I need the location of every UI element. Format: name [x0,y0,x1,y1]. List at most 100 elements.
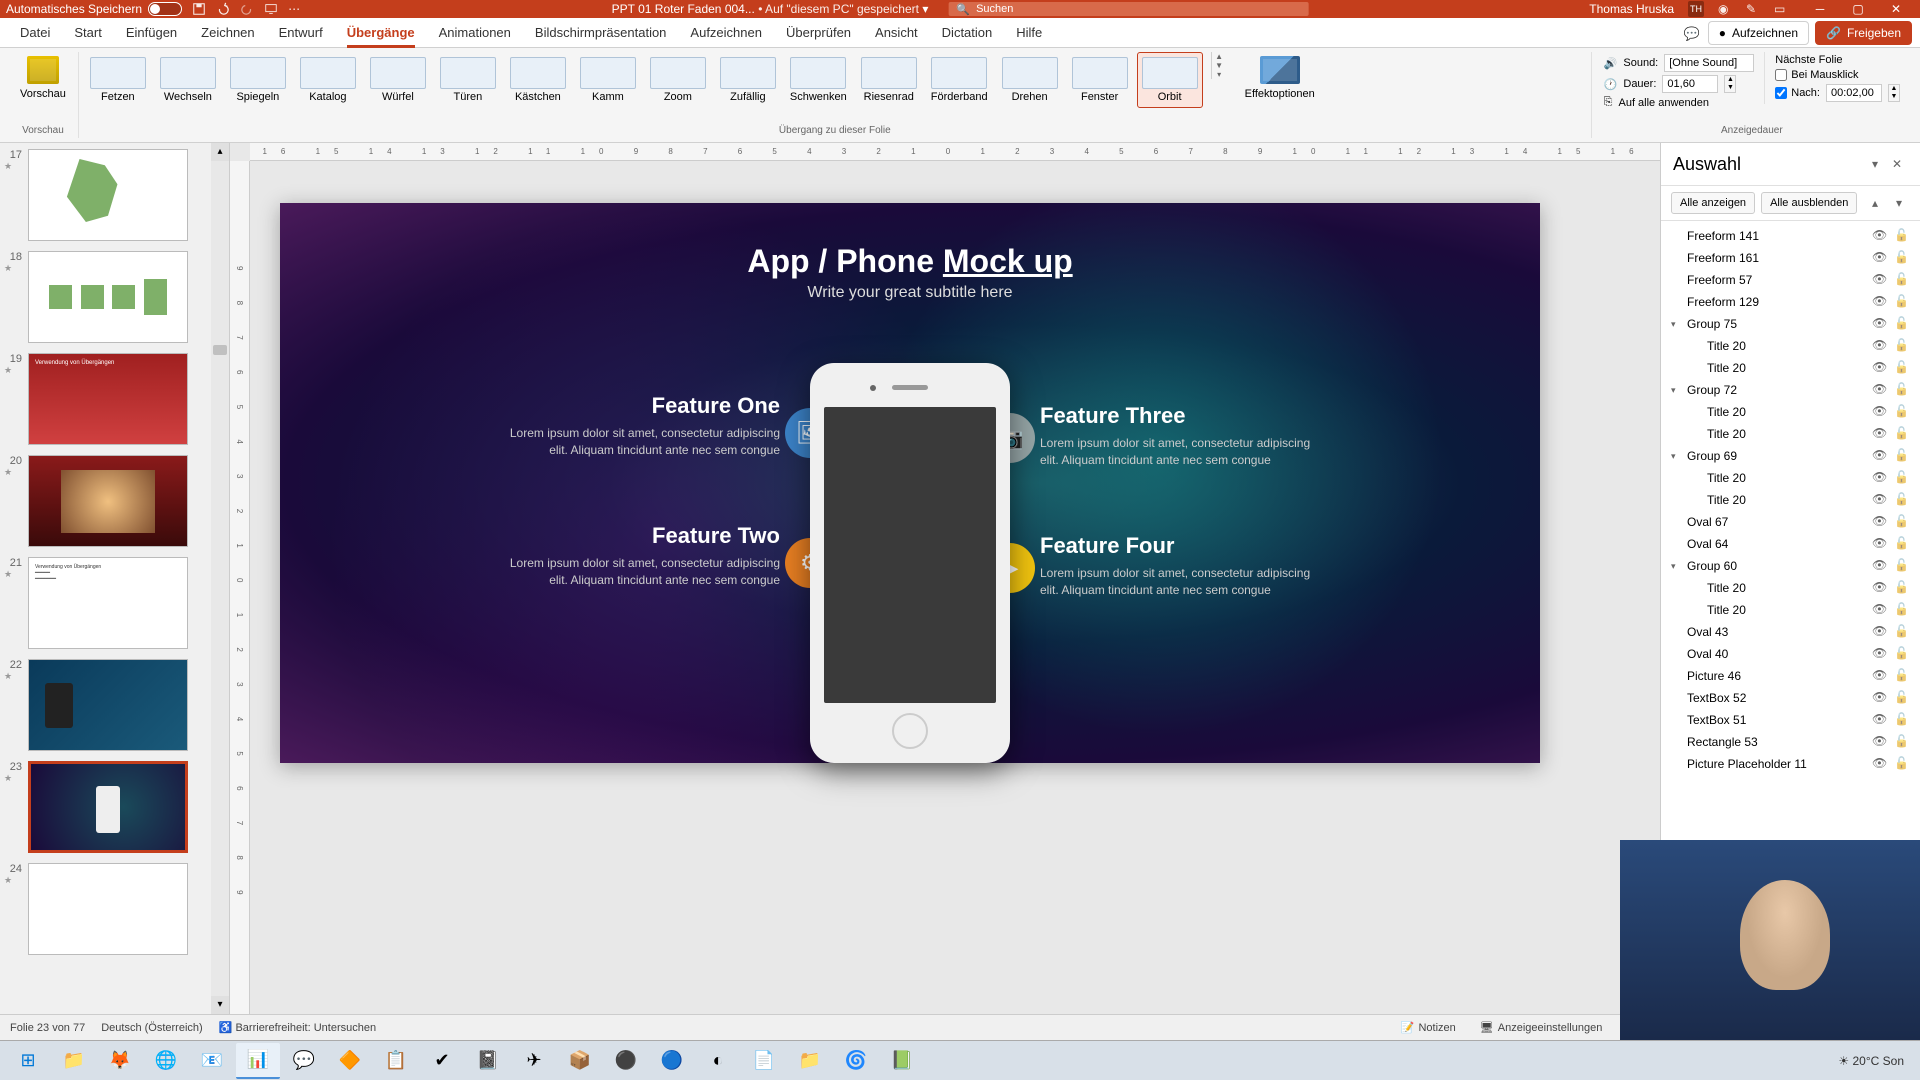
share-button[interactable]: 🔗 Freigeben [1815,21,1912,45]
ribbon-mode-icon[interactable]: ▭ [1774,2,1788,16]
effect-options-button[interactable]: Effektoptionen [1239,52,1321,104]
lock-icon[interactable]: 🔓 [1894,470,1910,486]
lock-icon[interactable]: 🔓 [1894,250,1910,266]
selection-item[interactable]: ▾Group 60👁🔓 [1661,555,1920,577]
slide-thumbnail-17[interactable] [28,149,188,241]
gallery-more-button[interactable]: ▾ [1212,70,1227,79]
lock-icon[interactable]: 🔓 [1894,360,1910,376]
obs-icon[interactable]: ⚫ [604,1043,648,1079]
coming-soon-icon[interactable]: ◉ [1718,2,1732,16]
transitions-gallery[interactable]: FetzenWechselnSpiegelnKatalogWürfelTüren… [85,52,1203,108]
weather-widget[interactable]: ☀ 20°C Son [1838,1054,1904,1068]
outlook-icon[interactable]: 📧 [190,1043,234,1079]
selection-item[interactable]: Oval 64👁🔓 [1661,533,1920,555]
visibility-icon[interactable]: 👁 [1872,580,1888,596]
language-indicator[interactable]: Deutsch (Österreich) [101,1022,202,1034]
app5-icon[interactable]: ◐ [696,1043,740,1079]
tab-übergänge[interactable]: Übergänge [335,18,427,48]
transition-fenster[interactable]: Fenster [1067,52,1133,108]
selection-item[interactable]: Title 20👁🔓 [1661,489,1920,511]
tab-ansicht[interactable]: Ansicht [863,18,930,48]
close-button[interactable]: ✕ [1878,0,1914,18]
transition-katalog[interactable]: Katalog [295,52,361,108]
slide-thumbnail-19[interactable]: Verwendung von Übergängen [28,353,188,445]
visibility-icon[interactable]: 👁 [1872,558,1888,574]
visibility-icon[interactable]: 👁 [1872,382,1888,398]
selection-item[interactable]: Oval 43👁🔓 [1661,621,1920,643]
selection-item[interactable]: Freeform 141👁🔓 [1661,225,1920,247]
app-icon[interactable]: 💬 [282,1043,326,1079]
pane-close-button[interactable]: ✕ [1886,153,1908,175]
visibility-icon[interactable]: 👁 [1872,272,1888,288]
lock-icon[interactable]: 🔓 [1894,558,1910,574]
scroll-up-button[interactable]: ▴ [211,143,229,161]
app2-icon[interactable]: 📋 [374,1043,418,1079]
chrome-icon[interactable]: 🌐 [144,1043,188,1079]
lock-icon[interactable]: 🔓 [1894,338,1910,354]
slide-thumbnail-23[interactable] [28,761,188,853]
transition-zufällig[interactable]: Zufällig [715,52,781,108]
word-icon[interactable]: 📄 [742,1043,786,1079]
hide-all-button[interactable]: Alle ausblenden [1761,192,1857,214]
phone-mockup[interactable] [810,363,1010,763]
transition-wechseln[interactable]: Wechseln [155,52,221,108]
transition-spiegeln[interactable]: Spiegeln [225,52,291,108]
visibility-icon[interactable]: 👁 [1872,470,1888,486]
transition-zoom[interactable]: Zoom [645,52,711,108]
visibility-icon[interactable]: 👁 [1872,624,1888,640]
visibility-icon[interactable]: 👁 [1872,690,1888,706]
save-icon[interactable] [192,2,206,16]
tab-start[interactable]: Start [62,18,113,48]
selection-item[interactable]: Title 20👁🔓 [1661,599,1920,621]
visibility-icon[interactable]: 👁 [1872,338,1888,354]
scroll-handle[interactable] [213,345,227,355]
edge-icon[interactable]: 🌀 [834,1043,878,1079]
app6-icon[interactable]: 📁 [788,1043,832,1079]
lock-icon[interactable]: 🔓 [1894,580,1910,596]
selection-item[interactable]: Oval 40👁🔓 [1661,643,1920,665]
tab-animationen[interactable]: Animationen [427,18,523,48]
lock-icon[interactable]: 🔓 [1894,426,1910,442]
ink-icon[interactable]: ✎ [1746,2,1760,16]
sound-select[interactable] [1664,54,1754,72]
visibility-icon[interactable]: 👁 [1872,646,1888,662]
slide-thumbnail-21[interactable]: Verwendung von Übergängen━━━━━━━━━━━━ [28,557,188,649]
more-icon[interactable]: ⋯ [288,2,302,16]
visibility-icon[interactable]: 👁 [1872,360,1888,376]
lock-icon[interactable]: 🔓 [1894,668,1910,684]
excel-icon[interactable]: 📗 [880,1043,924,1079]
after-input[interactable] [1826,84,1882,102]
slide-thumbnail-24[interactable] [28,863,188,955]
lock-icon[interactable]: 🔓 [1894,536,1910,552]
selection-item[interactable]: Title 20👁🔓 [1661,401,1920,423]
feature-two[interactable]: Feature TwoLorem ipsum dolor sit amet, c… [500,523,780,589]
selection-item[interactable]: Title 20👁🔓 [1661,357,1920,379]
visibility-icon[interactable]: 👁 [1872,756,1888,772]
move-down-button[interactable]: ▾ [1888,192,1910,214]
feature-three[interactable]: Feature ThreeLorem ipsum dolor sit amet,… [1040,403,1320,469]
visibility-icon[interactable]: 👁 [1872,668,1888,684]
tab-zeichnen[interactable]: Zeichnen [189,18,266,48]
slide-counter[interactable]: Folie 23 von 77 [10,1022,85,1034]
visibility-icon[interactable]: 👁 [1872,448,1888,464]
visibility-icon[interactable]: 👁 [1872,316,1888,332]
lock-icon[interactable]: 🔓 [1894,294,1910,310]
thumbnail-scrollbar[interactable]: ▴ ▾ [211,143,229,1014]
visibility-icon[interactable]: 👁 [1872,404,1888,420]
lock-icon[interactable]: 🔓 [1894,448,1910,464]
lock-icon[interactable]: 🔓 [1894,404,1910,420]
tab-dictation[interactable]: Dictation [930,18,1005,48]
selection-item[interactable]: Freeform 57👁🔓 [1661,269,1920,291]
selection-item[interactable]: Oval 67👁🔓 [1661,511,1920,533]
duration-input[interactable] [1662,75,1718,93]
lock-icon[interactable]: 🔓 [1894,756,1910,772]
selection-item[interactable]: Title 20👁🔓 [1661,335,1920,357]
after-spinner[interactable]: ▲▼ [1888,84,1900,102]
visibility-icon[interactable]: 👁 [1872,514,1888,530]
accessibility-checker[interactable]: ♿ Barrierefreiheit: Untersuchen [219,1021,376,1034]
visibility-icon[interactable]: 👁 [1872,712,1888,728]
onenote-icon[interactable]: 📓 [466,1043,510,1079]
maximize-button[interactable]: ▢ [1840,0,1876,18]
document-title[interactable]: PPT 01 Roter Faden 004... • Auf "diesem … [612,2,929,16]
selection-item[interactable]: ▾Group 75👁🔓 [1661,313,1920,335]
